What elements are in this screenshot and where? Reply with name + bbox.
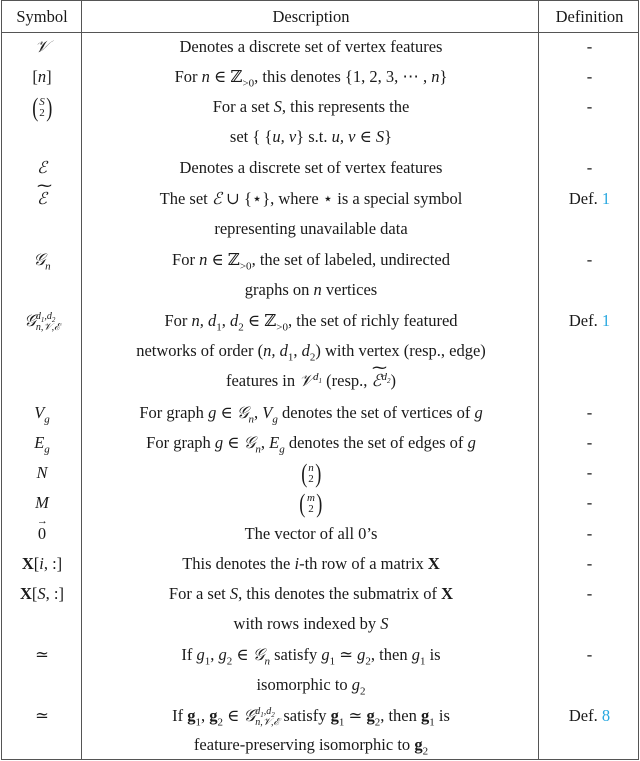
definition-link[interactable]: 1 [602, 189, 610, 208]
symbol-cell: ℰ [2, 184, 82, 214]
definition-cell: - [586, 158, 593, 177]
definition-cell: - [586, 584, 593, 603]
definition-cell: - [586, 250, 593, 269]
description-cell: For a set S, this represents the [212, 97, 410, 116]
description-cell-cont: set { {u, v} s.t. u, v ∈ S} [229, 127, 393, 146]
description-cell-cont: isomorphic to g2 [256, 675, 366, 698]
definition-cell: - [586, 37, 593, 56]
definition-cell: - [586, 645, 593, 664]
symbol-cell: (S 2) [2, 92, 82, 122]
description-cell: For graph g ∈ 𝒢n, Vg denotes the set of … [139, 403, 483, 426]
symbol-cell: 𝒱 [2, 32, 82, 62]
symbol-cell: [n] [32, 67, 52, 86]
symbol-cell: N [36, 463, 48, 482]
description-cell: For n, d1, d2 ∈ ℤ>0, the set of richly f… [164, 311, 458, 334]
symbol-cell: 𝒢d1,d2 n,𝒱,ℰ [24, 311, 60, 334]
symbol-cell: 0 [2, 506, 82, 549]
definition-cell: - [586, 67, 593, 86]
description-cell: If g1, g2 ∈ 𝒢n satisfy g1 ≃ g2, then g1 … [181, 645, 441, 668]
definition-cell: - [586, 493, 593, 512]
symbol-cell: ≃ [35, 706, 49, 725]
symbol-cell: Vg [34, 403, 50, 426]
description-cell-cont: features in 𝒱d1 (resp., ℰd2) [83, 366, 539, 396]
description-cell: Denotes a discrete set of vertex feature… [179, 158, 443, 177]
definition-cell: - [586, 524, 593, 543]
description-cell-cont: feature-preserving isomorphic to g2 [193, 735, 429, 758]
description-cell-cont: graphs on n vertices [244, 280, 378, 299]
symbol-cell: Eg [34, 433, 50, 456]
definition-cell: Def. 1 [568, 189, 611, 208]
definition-cell: - [586, 403, 593, 422]
definition-cell: - [586, 554, 593, 573]
header-symbol: Symbol [16, 7, 68, 26]
definition-link[interactable]: 1 [602, 311, 610, 330]
symbol-cell: X[S, :] [19, 584, 64, 603]
definition-cell: Def. 1 [568, 311, 611, 330]
description-cell-cont: networks of order (n, d1, d2) with verte… [136, 341, 486, 364]
description-cell: (m 2) [299, 489, 323, 519]
definition-cell: Def. 8 [568, 706, 611, 725]
definition-link[interactable]: 8 [602, 706, 610, 725]
symbol-cell: X[i, :] [21, 554, 63, 573]
description-cell: Denotes a discrete set of vertex feature… [179, 37, 443, 56]
symbol-cell: ≃ [35, 645, 49, 664]
definition-cell: - [586, 463, 593, 482]
symbol-cell: 𝒢n [33, 250, 51, 273]
description-cell-cont: with rows indexed by S [233, 614, 389, 633]
header-description: Description [272, 7, 350, 26]
description-cell: This denotes the i-th row of a matrix X [182, 554, 440, 573]
description-cell: For n ∈ ℤ>0, the set of labeled, undirec… [172, 250, 450, 273]
description-cell: The set ℰ ∪ {⋆}, where ⋆ is a special sy… [159, 189, 463, 208]
description-cell: For graph g ∈ 𝒢n, Eg denotes the set of … [146, 433, 476, 456]
notation-table: Symbol Description Definition 𝒱 Denotes … [1, 0, 639, 760]
description-cell: The vector of all 0’s [244, 524, 378, 543]
symbol-calligraphic-v: 𝒱 [35, 37, 49, 56]
header-definition: Definition [555, 7, 624, 26]
description-cell: If g1, g2 ∈ 𝒢d1,d2 n,𝒱,ℰ satisfy g1 ≃ g2,… [172, 706, 450, 729]
definition-cell: - [586, 97, 593, 116]
definition-cell: - [586, 433, 593, 452]
description-cell-cont: representing unavailable data [214, 219, 408, 238]
description-cell: For n ∈ ℤ>0, this denotes {1, 2, 3, ⋯ , … [174, 67, 448, 90]
binomial-symbol: (S 2) [31, 93, 53, 123]
description-cell: (n 2) [300, 459, 322, 489]
description-cell: For a set S, this denotes the submatrix … [168, 584, 454, 603]
